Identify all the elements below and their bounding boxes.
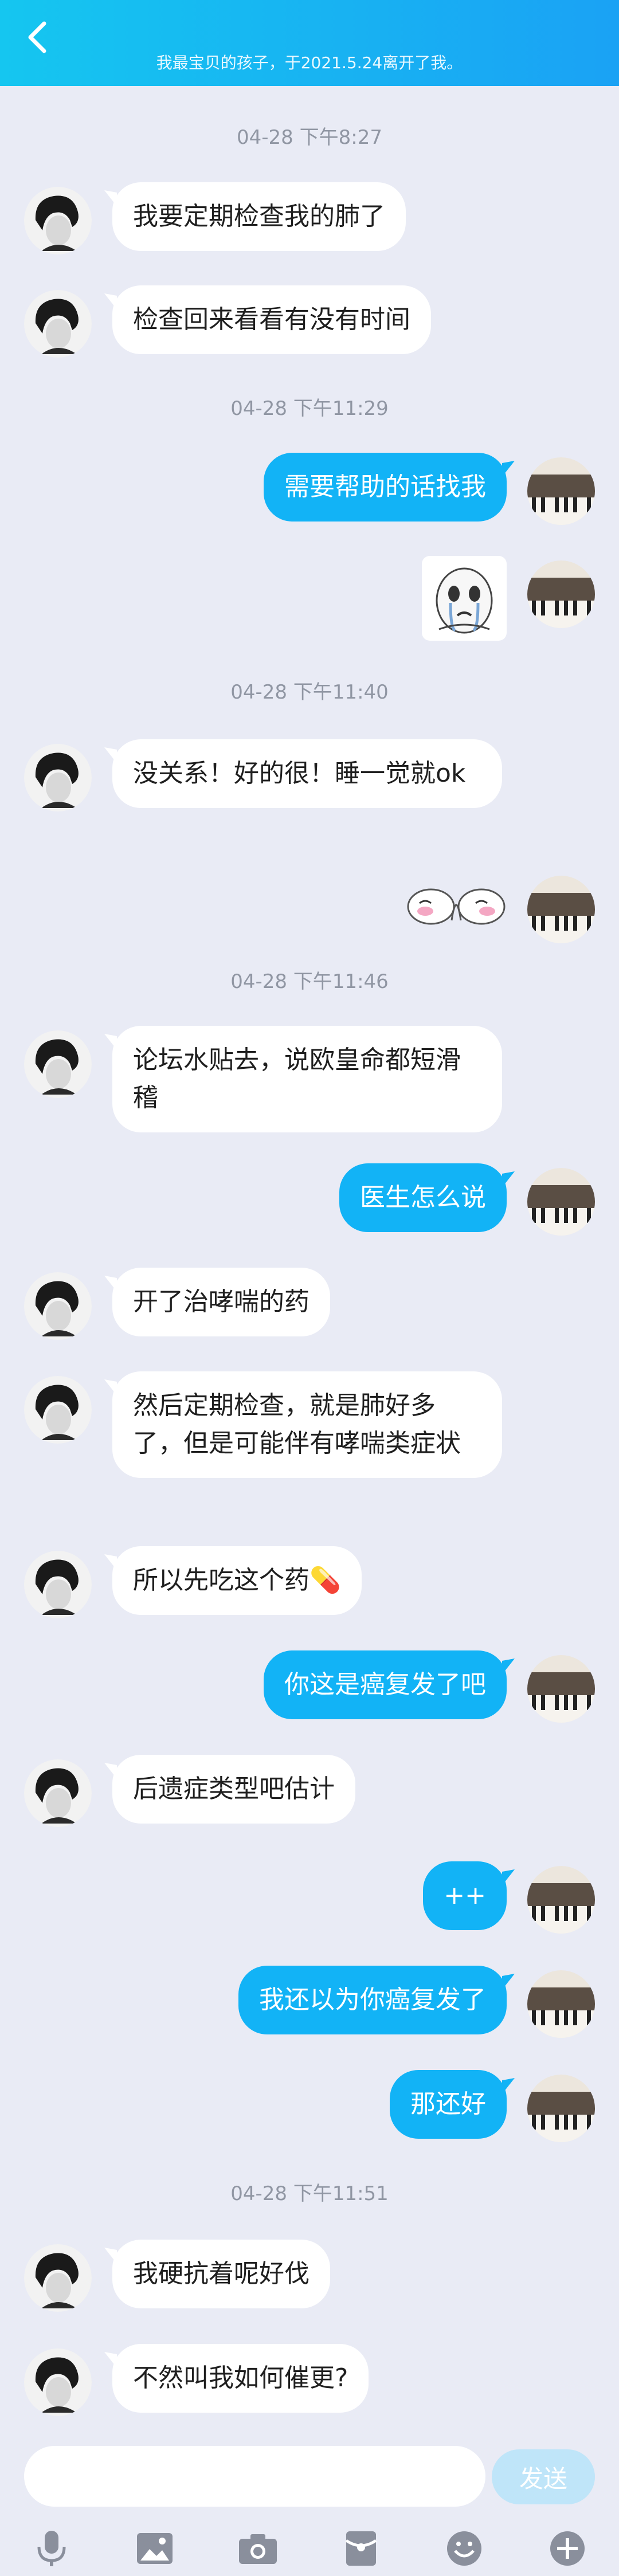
photo-button[interactable] <box>132 2528 178 2569</box>
message-bubble[interactable]: 医生怎么说 <box>339 1163 507 1232</box>
crying-face-sticker[interactable] <box>422 556 507 641</box>
contact-avatar[interactable] <box>24 1272 92 1340</box>
red-packet-button[interactable] <box>338 2528 384 2569</box>
input-bar: 发送 <box>0 2436 619 2576</box>
contact-avatar[interactable] <box>24 1551 92 1618</box>
contact-avatar[interactable] <box>24 290 92 358</box>
message-bubble[interactable]: 检查回来看看有没有时间 <box>112 285 431 354</box>
message-list[interactable]: 04-28 下午8:27 我要定期检查我的肺了 检查回来看看有没有时间 04-2… <box>0 86 619 2436</box>
more-button[interactable] <box>544 2528 590 2569</box>
contact-avatar[interactable] <box>24 1030 92 1098</box>
my-avatar[interactable] <box>527 1655 595 1723</box>
message-bubble[interactable]: 论坛水贴去，说欧皇命都短滑稽 <box>112 1026 502 1132</box>
chevron-left-icon <box>28 21 46 53</box>
my-avatar[interactable] <box>527 876 595 943</box>
contact-avatar[interactable] <box>24 1376 92 1444</box>
message-bubble[interactable]: 你这是癌复发了吧 <box>264 1650 507 1719</box>
my-avatar[interactable] <box>527 1168 595 1236</box>
voice-button[interactable] <box>29 2528 75 2569</box>
plus-icon <box>550 2531 585 2566</box>
timestamp: 04-28 下午11:51 <box>230 2182 389 2205</box>
image-icon <box>137 2533 173 2564</box>
contact-avatar[interactable] <box>24 2244 92 2312</box>
camera-button[interactable] <box>235 2528 281 2569</box>
chat-subtitle: 我最宝贝的孩子，于2021.5.24离开了我。 <box>156 53 463 72</box>
timestamp: 04-28 下午11:29 <box>230 397 389 420</box>
timestamp: 04-28 下午11:40 <box>230 681 389 704</box>
my-avatar[interactable] <box>527 457 595 525</box>
emoji-button[interactable] <box>441 2528 487 2569</box>
my-avatar[interactable] <box>527 560 595 628</box>
message-bubble[interactable]: 需要帮助的话找我 <box>264 453 507 522</box>
emoji-icon <box>447 2531 481 2566</box>
camera-icon <box>239 2534 277 2564</box>
my-avatar[interactable] <box>527 2075 595 2142</box>
message-bubble[interactable]: 然后定期检查，就是肺好多了，但是可能伴有哮喘类症状 <box>112 1371 502 1478</box>
contact-avatar[interactable] <box>24 187 92 254</box>
message-input[interactable] <box>24 2446 485 2507</box>
contact-avatar[interactable] <box>24 1759 92 1827</box>
message-bubble[interactable]: 我要定期检查我的肺了 <box>112 182 406 251</box>
message-bubble[interactable]: 所以先吃这个药💊 <box>112 1546 362 1615</box>
chat-header: 我最宝贝的孩子，于2021.5.24离开了我。 <box>0 0 619 86</box>
shy-blush-sticker[interactable] <box>406 884 507 930</box>
message-bubble[interactable]: 我还以为你癌复发了 <box>238 1966 507 2034</box>
message-bubble[interactable]: 那还好 <box>390 2070 507 2139</box>
my-avatar[interactable] <box>527 1866 595 1934</box>
message-bubble[interactable]: 开了治哮喘的药 <box>112 1268 330 1336</box>
message-bubble[interactable]: 后遗症类型吧估计 <box>112 1755 355 1824</box>
contact-avatar[interactable] <box>24 2348 92 2416</box>
microphone-icon <box>37 2531 66 2566</box>
contact-avatar[interactable] <box>24 744 92 811</box>
red-packet-icon <box>345 2531 377 2566</box>
message-bubble[interactable]: 没关系！好的很！睡一觉就ok <box>112 739 502 808</box>
my-avatar[interactable] <box>527 1970 595 2038</box>
message-bubble[interactable]: ++ <box>423 1861 507 1930</box>
timestamp: 04-28 下午8:27 <box>237 126 382 149</box>
message-bubble[interactable]: 我硬抗着呢好伐 <box>112 2240 330 2308</box>
message-bubble[interactable]: 不然叫我如何催更? <box>112 2344 369 2413</box>
send-button[interactable]: 发送 <box>492 2449 595 2504</box>
input-toolbar <box>0 2522 619 2576</box>
timestamp: 04-28 下午11:46 <box>230 970 389 993</box>
